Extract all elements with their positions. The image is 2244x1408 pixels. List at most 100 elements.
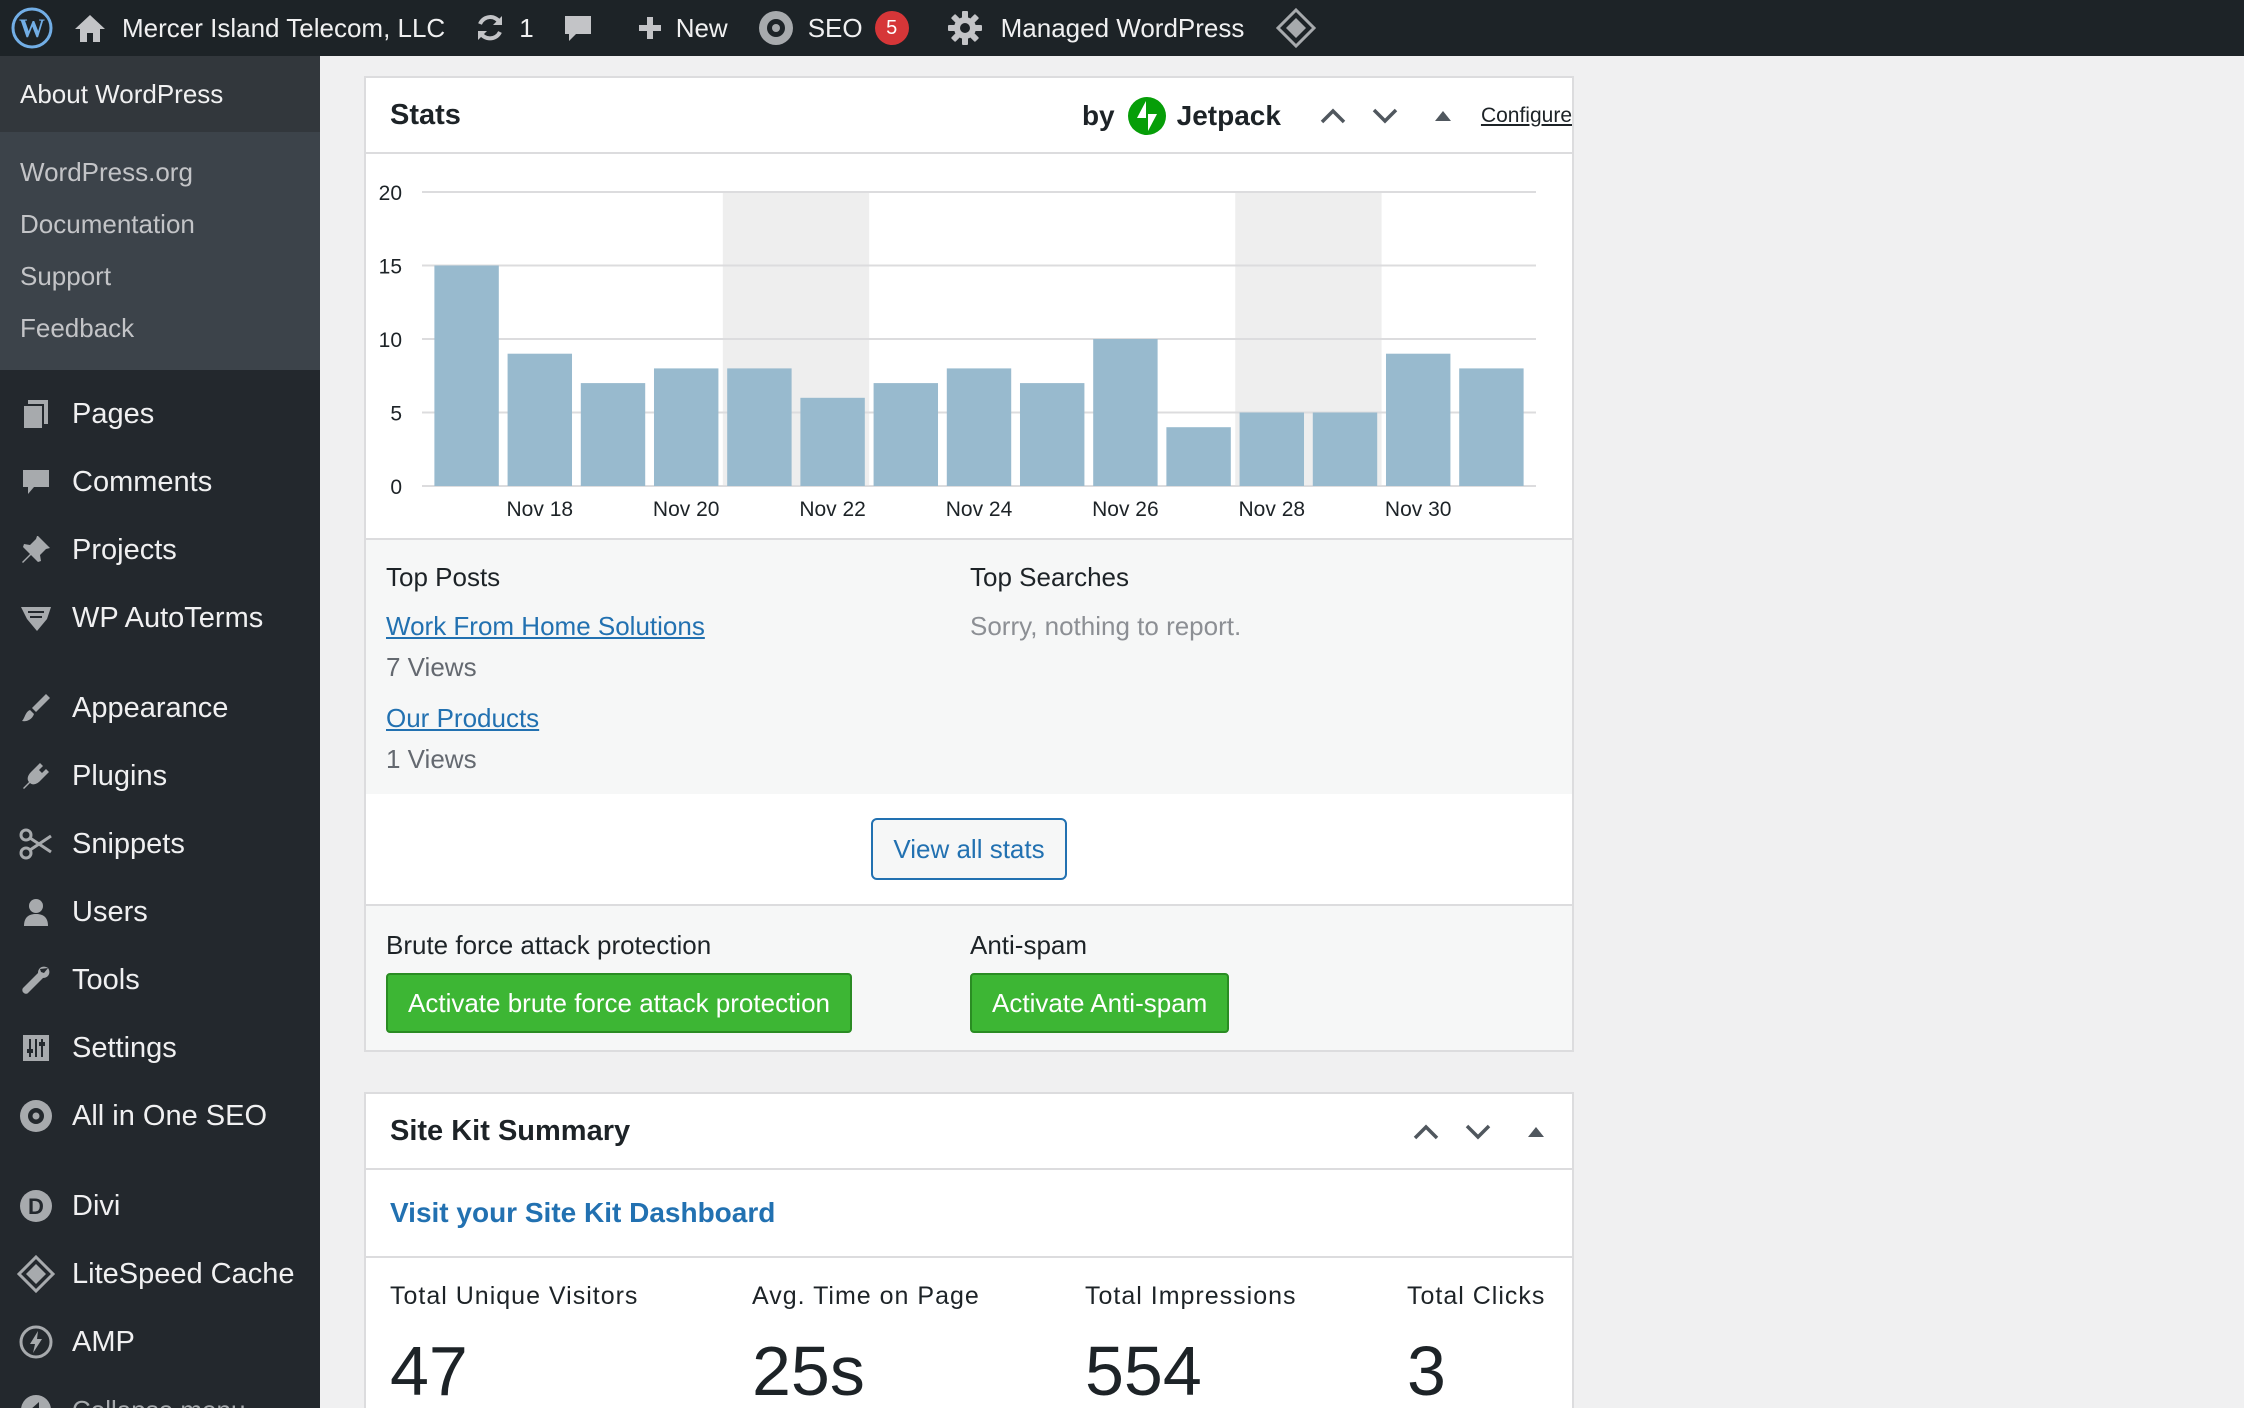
metric-value: 554 [1085,1332,1202,1408]
admin-sidebar: About WordPress WordPress.org Documentat… [0,56,320,1408]
metric-value: 47 [390,1332,468,1408]
sidebar-item-litespeed-cache[interactable]: LiteSpeed Cache [0,1240,320,1308]
x-tick-label: Nov 24 [946,498,1013,521]
chart-bar [1093,339,1158,486]
sidebar-item-settings[interactable]: Settings [0,1014,320,1082]
sidebar-item-label: All in One SEO [72,1099,268,1132]
sidebar-item-appearance[interactable]: Appearance [0,674,320,742]
updates-icon [478,15,503,41]
sitekit-dashboard-row: Visit your Site Kit Dashboard [366,1170,1572,1258]
wordpress-logo-button[interactable]: W [0,0,72,56]
seo-menu-link[interactable]: SEO 5 [742,0,923,56]
toggle-panel-button[interactable] [1510,1106,1562,1158]
sitekit-summary-widget: Site Kit Summary Visit your Site Kit Das… [364,1092,1574,1408]
comments-link[interactable] [548,0,608,56]
sidebar-item-label: Snippets [72,827,185,860]
metric-avg-time-on-page: Avg. Time on Page 25s [752,1282,1085,1408]
litespeed-icon [16,1254,56,1294]
chevron-up-icon [1413,1124,1439,1140]
sidebar-item-plugins[interactable]: Plugins [0,742,320,810]
top-posts-heading: Top Posts [386,562,501,592]
wordpress-logo-icon: W [11,7,53,49]
sidebar-item-wp-autoterms[interactable]: WP AutoTerms [0,584,320,652]
y-tick-label: 5 [390,403,402,426]
sidebar-item-all-in-one-seo[interactable]: All in One SEO [0,1082,320,1150]
svg-text:W: W [19,14,45,43]
sidebar-item-users[interactable]: Users [0,878,320,946]
feedback-link[interactable]: Feedback [0,302,320,354]
user-icon [16,892,56,932]
chart-bar [1312,412,1378,486]
metric-total-impressions: Total Impressions 554 [1085,1282,1407,1408]
documentation-link[interactable]: Documentation [0,198,320,250]
seo-gear-icon [16,1096,56,1136]
wrench-icon [16,960,56,1000]
brute-force-column: Brute force attack protection Activate b… [386,930,970,1050]
chevron-down-icon [1372,108,1398,124]
sidebar-item-amp[interactable]: AMP [0,1308,320,1376]
sidebar-item-label: WP AutoTerms [72,601,264,634]
chart-bar [1019,383,1085,486]
view-all-stats-button[interactable]: View all stats [871,818,1067,880]
stats-header-controls: by Jetpack Configure [1082,78,1572,154]
chart-bar [653,368,719,486]
y-tick-label: 15 [379,256,402,279]
new-content-link[interactable]: New [608,0,742,56]
top-post-link[interactable]: Work From Home Solutions [386,611,970,642]
brush-icon [16,688,56,728]
jetpack-logo-icon [1127,97,1166,135]
move-down-button[interactable] [1359,90,1411,142]
sidebar-item-projects[interactable]: Projects [0,516,320,584]
wordpress-org-link[interactable]: WordPress.org [0,146,320,198]
new-label: New [675,12,728,43]
move-up-button[interactable] [1307,90,1359,142]
metric-unique-visitors: Total Unique Visitors 47 [390,1282,752,1408]
divi-icon: D [16,1186,56,1226]
sidebar-item-pages[interactable]: Pages [0,380,320,448]
sidebar-item-label: Projects [72,533,177,566]
about-wordpress-link[interactable]: About WordPress [0,56,320,132]
sidebar-item-label: Tools [72,963,140,996]
chevron-down-icon [1465,1124,1491,1140]
sidebar-item-label: Divi [72,1189,121,1222]
sidebar-item-divi[interactable]: D Divi [0,1172,320,1240]
managed-wordpress-link[interactable]: Managed WordPress [923,0,1259,56]
x-tick-label: Nov 18 [507,498,574,521]
move-down-button[interactable] [1452,1106,1504,1158]
site-name-link[interactable]: Mercer Island Telecom, LLC [72,0,459,56]
pin-icon [16,530,56,570]
amp-icon [16,1322,56,1362]
sidebar-item-snippets[interactable]: Snippets [0,810,320,878]
home-icon [75,15,105,42]
top-post-link[interactable]: Our Products [386,703,970,734]
activate-brute-force-button[interactable]: Activate brute force attack protection [386,973,852,1033]
sitekit-dashboard-link[interactable]: Visit your Site Kit Dashboard [390,1197,775,1229]
activate-antispam-button[interactable]: Activate Anti-spam [970,973,1230,1033]
main-menu: Pages Comments Projects WP AutoTerms App… [0,370,320,1408]
sitekit-header-controls [1400,1094,1562,1170]
updates-count: 1 [519,12,534,43]
metric-label: Total Unique Visitors [390,1282,639,1310]
comments-icon [16,462,56,502]
sidebar-item-comments[interactable]: Comments [0,448,320,516]
support-link[interactable]: Support [0,250,320,302]
updates-link[interactable]: 1 [459,0,547,56]
sidebar-item-label: Users [72,895,148,928]
gear-icon [947,11,982,45]
site-name: Mercer Island Telecom, LLC [122,12,446,43]
stats-bar-chart: 0 5 10 15 20 Nov 18 Nov 20 Nov 22 Nov 24 Nov 26 No… [379,182,1536,521]
x-tick-label: Nov 20 [653,498,720,521]
sitekit-widget-title: Site Kit Summary [390,1114,631,1147]
y-tick-label: 10 [379,329,402,352]
configure-link[interactable]: Configure [1481,104,1572,128]
litespeed-adminbar-link[interactable] [1258,0,1330,56]
chart-bar [1459,368,1524,486]
x-tick-label: Nov 30 [1385,498,1452,521]
chart-bar [727,368,792,486]
stats-widget: Stats by Jetpack Configure 0 5 10 15 20 Nov 1… [364,76,1574,1052]
collapse-menu-button[interactable]: Collapse menu [0,1376,320,1408]
move-up-button[interactable] [1400,1106,1452,1158]
stats-widget-title: Stats [390,98,461,131]
sidebar-item-tools[interactable]: Tools [0,946,320,1014]
toggle-panel-button[interactable] [1417,90,1469,142]
